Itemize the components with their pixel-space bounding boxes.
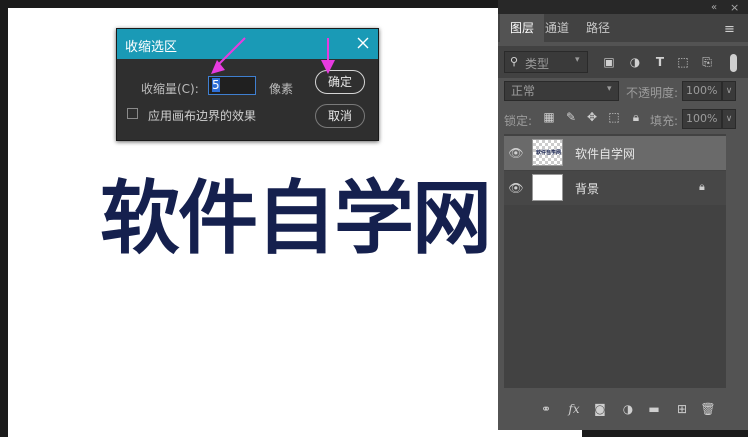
selection-text: 软件自学网 [99,171,493,258]
dialog-titlebar[interactable]: 收缩选区 [117,29,378,59]
panel-menu-icon[interactable]: ≡ [724,22,735,37]
close-icon[interactable] [355,35,371,51]
layer-name[interactable]: 软件自学网 [575,145,635,162]
filter-label: 类型 [525,57,550,71]
layer-name[interactable]: 背景 [575,180,599,197]
lock-pixels-icon[interactable]: ✎ [564,110,578,126]
lock-row: 锁定: ▦ ✎ ✥ ⬚ 🔒︎ 填充: 100% ∨ [498,108,748,130]
opacity-input[interactable]: 100% [682,81,722,101]
layer-row[interactable]: 👁︎ 背景 🔒︎ [504,171,726,205]
close-icon[interactable]: × [730,1,739,14]
opacity-label: 不透明度: [626,86,679,100]
fill-label: 填充: [650,114,679,128]
ok-button[interactable]: 确定 [315,70,365,94]
link-layers-icon[interactable]: ⚭ [538,402,554,416]
apply-canvas-edges-label: 应用画布边界的效果 [148,109,257,123]
layer-filter-select[interactable]: ⚲ 类型 ▾ [504,51,588,73]
add-mask-icon[interactable]: ◙ [592,402,608,416]
cancel-button[interactable]: 取消 [315,104,365,128]
smart-object-filter-icon[interactable]: ⎘ [700,55,714,69]
lock-position-icon[interactable]: ✥ [585,110,599,126]
trash-icon[interactable]: 🗑︎ [700,402,716,416]
adjustment-filter-icon[interactable]: ◑ [628,55,642,69]
lock-icon: 🔒︎ [699,180,705,193]
chevron-down-icon: ▾ [607,84,612,94]
filter-toggle[interactable] [730,54,737,72]
layers-panel: « × 图层 通道 路径 ≡ ⚲ 类型 ▾ ▣ ◑ T ⬚ ⎘ 正常 ▾ 不透明… [498,0,748,430]
eye-icon[interactable]: 👁︎ [508,181,524,195]
type-filter-icon[interactable]: T [653,55,667,69]
fx-icon[interactable]: fx [566,402,582,416]
blend-mode-select[interactable]: 正常 [504,81,619,101]
filter-row: ⚲ 类型 ▾ ▣ ◑ T ⬚ ⎘ [498,46,748,78]
collapse-icon[interactable]: « [711,2,717,13]
contract-amount-label: 收缩量(C): [141,82,199,96]
panel-header: « × [498,0,748,14]
blend-row: 正常 ▾ 不透明度: 100% ∨ [498,80,748,102]
canvas-text: 软件自学网 [100,172,490,258]
lock-label: 锁定: [504,114,533,128]
eye-icon[interactable]: 👁︎ [508,146,524,160]
canvas-edge [498,430,582,437]
panel-tabs: 图层 通道 路径 ≡ [498,14,748,44]
chevron-down-icon[interactable]: ∨ [722,81,736,101]
lock-all-icon[interactable]: 🔒︎ [629,110,643,126]
contract-amount-value: 5 [212,78,220,92]
layer-row[interactable]: 👁︎ 软件自学网 软件自学网 [504,136,726,170]
chevron-down-icon: ▾ [575,55,580,65]
unit-label: 像素 [269,82,294,96]
contract-amount-input[interactable]: 5 [208,76,256,95]
folder-icon[interactable]: ▬ [646,402,662,416]
chevron-down-icon[interactable]: ∨ [722,109,736,129]
apply-canvas-edges-checkbox[interactable] [127,108,138,119]
new-layer-icon[interactable]: ⊞ [674,402,690,416]
adjustment-layer-icon[interactable]: ◑ [620,402,636,416]
image-filter-icon[interactable]: ▣ [602,55,616,69]
shape-filter-icon[interactable]: ⬚ [676,55,690,69]
lock-transparent-icon[interactable]: ▦ [542,110,556,126]
dialog-title: 收缩选区 [125,40,178,55]
fill-input[interactable]: 100% [682,109,722,129]
tab-paths[interactable]: 路径 [576,14,620,42]
search-icon: ⚲ [510,55,519,68]
layer-thumbnail: 软件自学网 [532,139,563,166]
layers-list: 👁︎ 软件自学网 软件自学网 👁︎ 背景 🔒︎ [504,134,726,388]
tab-channels[interactable]: 通道 [535,14,579,42]
thumbnail-text: 软件自学网 [536,150,562,156]
lock-artboard-icon[interactable]: ⬚ [607,110,621,126]
layer-thumbnail [532,174,563,201]
panel-footer: ⚭ fx ◙ ◑ ▬ ⊞ 🗑︎ [498,392,748,424]
contract-selection-dialog: 收缩选区 收缩量(C): 5 像素 确定 取消 应用画布边界的效果 [116,28,379,141]
